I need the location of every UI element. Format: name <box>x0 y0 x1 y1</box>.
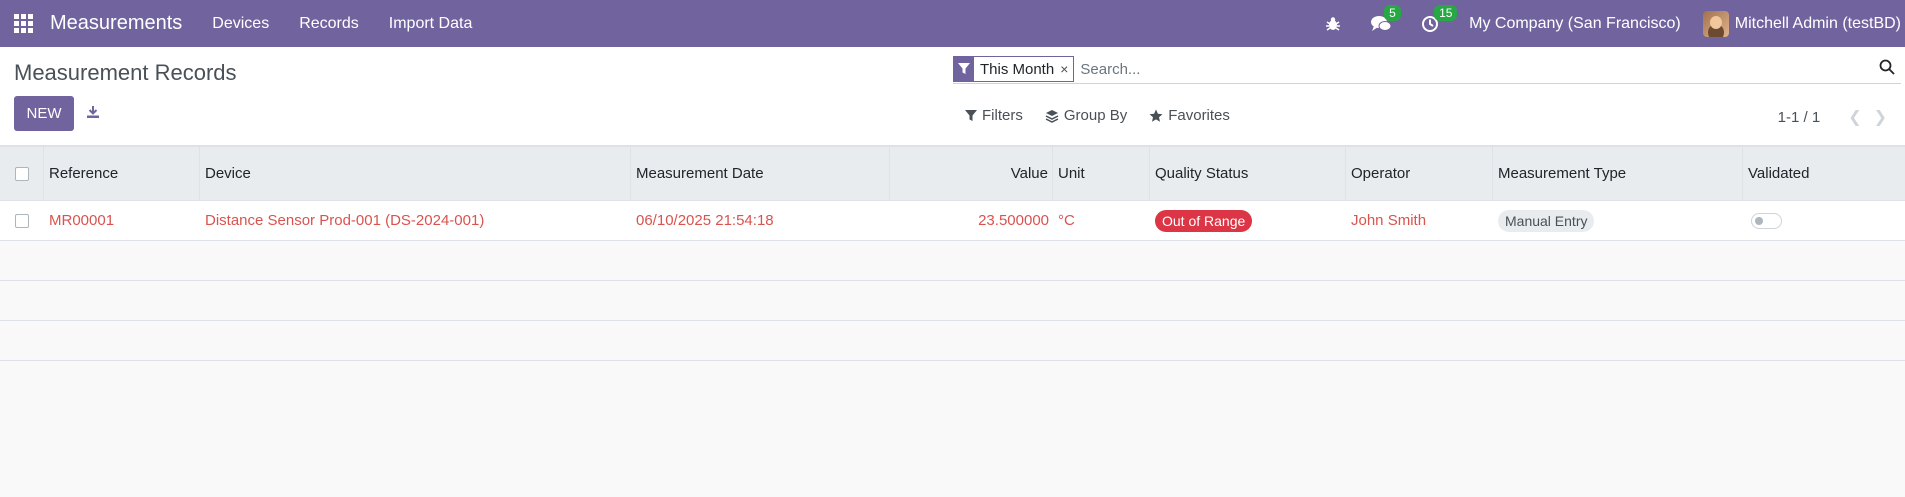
column-header-operator[interactable]: Operator <box>1346 147 1493 200</box>
pager-value[interactable]: 1-1 / 1 <box>1778 109 1821 126</box>
column-header-value[interactable]: Value <box>890 147 1053 200</box>
cell-measurement-date[interactable]: 06/10/2025 21:54:18 <box>631 201 890 240</box>
table-header: Reference Device Measurement Date Value … <box>0 146 1905 201</box>
column-header-unit[interactable]: Unit <box>1053 147 1150 200</box>
filter-icon <box>965 109 977 121</box>
column-header-device[interactable]: Device <box>200 147 631 200</box>
filters-label: Filters <box>982 107 1023 124</box>
download-icon[interactable] <box>86 105 100 123</box>
facet-remove-icon[interactable]: × <box>1060 61 1073 77</box>
filter-facet-icon <box>954 57 974 81</box>
cell-device[interactable]: Distance Sensor Prod-001 (DS-2024-001) <box>200 201 631 240</box>
cell-measurement-type[interactable]: Manual Entry <box>1493 201 1743 240</box>
search-input[interactable] <box>1080 60 1879 78</box>
table-row[interactable]: MR00001 Distance Sensor Prod-001 (DS-202… <box>0 201 1905 241</box>
cell-value[interactable]: 23.500000 <box>890 201 1053 240</box>
activities-clock-icon[interactable]: 15 <box>1421 4 1458 33</box>
row-checkbox[interactable] <box>15 213 29 228</box>
menu-import-data[interactable]: Import Data <box>389 15 473 33</box>
page-title: Measurement Records <box>14 60 237 85</box>
cell-unit[interactable]: °C <box>1053 201 1150 240</box>
new-button[interactable]: NEW <box>14 96 74 131</box>
cell-quality-status[interactable]: Out of Range <box>1150 201 1346 240</box>
favorites-button[interactable]: Favorites <box>1149 107 1230 124</box>
column-header-reference[interactable]: Reference <box>44 147 200 200</box>
apps-menu-icon[interactable] <box>14 13 34 34</box>
empty-row <box>0 321 1905 361</box>
facet-label: This Month <box>980 60 1055 78</box>
quality-status-badge: Out of Range <box>1155 209 1253 232</box>
cell-validated <box>1743 201 1905 240</box>
debug-icon[interactable] <box>1325 16 1341 32</box>
company-switcher[interactable]: My Company (San Francisco) <box>1469 15 1681 33</box>
column-header-validated[interactable]: Validated <box>1743 147 1905 200</box>
cell-operator[interactable]: John Smith <box>1346 201 1493 240</box>
select-all-checkbox[interactable] <box>15 166 29 181</box>
records-table: Reference Device Measurement Date Value … <box>0 146 1905 361</box>
select-all-cell <box>0 147 44 200</box>
star-icon <box>1149 109 1163 122</box>
menu-records[interactable]: Records <box>299 15 359 33</box>
layers-icon <box>1045 109 1059 123</box>
avatar <box>1702 10 1729 37</box>
pager-next-icon[interactable]: ❯ <box>1874 107 1887 127</box>
group-by-button[interactable]: Group By <box>1045 107 1127 124</box>
search-facet: This Month × <box>953 56 1075 82</box>
app-name[interactable]: Measurements <box>50 12 182 35</box>
validated-toggle[interactable] <box>1751 212 1782 229</box>
activities-badge: 15 <box>1434 4 1458 21</box>
empty-row <box>0 281 1905 321</box>
empty-row <box>0 241 1905 281</box>
group-by-label: Group By <box>1063 107 1128 124</box>
control-panel: Measurement Records NEW This Month × Fil… <box>0 47 1905 146</box>
menu-devices[interactable]: Devices <box>212 15 269 33</box>
user-name: Mitchell Admin (testBD) <box>1734 14 1901 32</box>
cell-reference[interactable]: MR00001 <box>44 201 200 240</box>
column-header-quality-status[interactable]: Quality Status <box>1150 147 1346 200</box>
top-navbar: Measurements Devices Records Import Data… <box>0 0 1905 47</box>
column-header-measurement-date[interactable]: Measurement Date <box>631 147 890 200</box>
measurement-type-badge: Manual Entry <box>1498 209 1595 232</box>
search-bar: This Month × <box>953 55 1901 84</box>
filters-button[interactable]: Filters <box>965 107 1023 124</box>
messages-badge: 5 <box>1384 4 1401 21</box>
messages-icon[interactable]: 5 <box>1371 4 1401 33</box>
pager-previous-icon[interactable]: ❮ <box>1848 107 1861 127</box>
pager: 1-1 / 1 ❮ ❯ <box>1778 107 1887 127</box>
user-menu[interactable]: Mitchell Admin (testBD) <box>1702 10 1901 37</box>
row-select-cell <box>0 201 44 240</box>
favorites-label: Favorites <box>1168 107 1230 124</box>
search-icon[interactable] <box>1879 59 1895 79</box>
search-options: Filters Group By Favorites <box>965 107 1252 124</box>
column-header-measurement-type[interactable]: Measurement Type <box>1493 147 1743 200</box>
